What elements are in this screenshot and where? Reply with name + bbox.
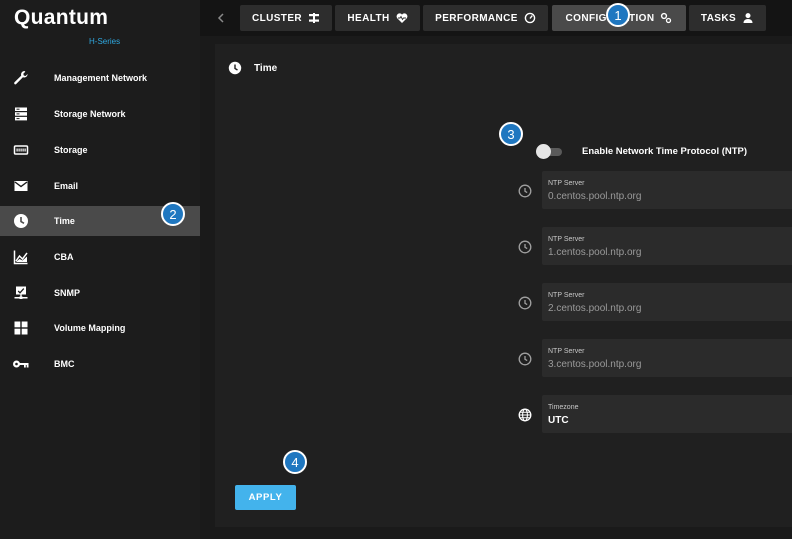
clock-icon [518, 352, 532, 366]
gauge-icon [524, 12, 536, 24]
heart-pulse-icon [396, 12, 408, 24]
sidebar-item-storage[interactable]: Storage [0, 135, 200, 165]
tab-tasks[interactable]: TASKS [689, 5, 766, 31]
tab-label: HEALTH [347, 12, 390, 24]
clock-icon [518, 296, 532, 310]
field-label: Timezone [548, 404, 579, 411]
tab-label: TASKS [700, 12, 737, 24]
grid-icon [12, 319, 30, 337]
toggle-knob [536, 144, 551, 159]
sidebar-item-label: SNMP [54, 288, 81, 298]
sidebar-item-label: Management Network [54, 73, 148, 83]
chevron-left-icon[interactable] [214, 10, 228, 26]
brand-edition: H-Series [89, 37, 121, 46]
clock-icon [228, 61, 242, 75]
field-value: 3.centos.pool.ntp.org [548, 359, 642, 370]
field-value: 0.centos.pool.ntp.org [548, 191, 642, 202]
clock-icon [12, 212, 30, 230]
sidebar-item-bmc[interactable]: BMC [0, 349, 200, 379]
sidebar-item-cba[interactable]: CBA [0, 242, 200, 272]
field-label: NTP Server [548, 292, 585, 299]
clock-icon [518, 184, 532, 198]
globe-icon [518, 408, 532, 422]
envelope-icon [12, 177, 30, 195]
field-value: 1.centos.pool.ntp.org [548, 247, 642, 258]
sidebar-item-label: CBA [54, 252, 74, 262]
ntp-toggle-label: Enable Network Time Protocol (NTP) [582, 146, 748, 157]
sidebar-item-label: Time [54, 216, 75, 226]
sidebar-item-management-network[interactable]: Management Network [0, 63, 200, 93]
sidebar: Quantum H-Series Management Network Stor… [0, 0, 200, 539]
sidebar-item-storage-network[interactable]: Storage Network [0, 99, 200, 129]
callout-badge: 1 [606, 3, 630, 27]
drive-icon [12, 141, 30, 159]
ntp-toggle[interactable] [534, 144, 564, 160]
ntp-server-field[interactable]: NTP Server 0.centos.pool.ntp.org [542, 171, 792, 209]
chart-area-icon [12, 248, 30, 266]
field-label: NTP Server [548, 180, 585, 187]
field-value: UTC [548, 415, 569, 426]
brand-name: Quantum [14, 6, 109, 29]
page-title: Time [254, 63, 278, 74]
callout-badge: 4 [283, 450, 307, 474]
wrench-icon [12, 69, 30, 87]
apply-button[interactable]: APPLY [235, 485, 296, 510]
timezone-select[interactable]: Timezone UTC [542, 395, 792, 433]
sidebar-item-label: Volume Mapping [54, 323, 126, 333]
callout-badge: 2 [161, 202, 185, 226]
tab-health[interactable]: HEALTH [335, 5, 420, 31]
ntp-server-field[interactable]: NTP Server 2.centos.pool.ntp.org [542, 283, 792, 321]
sidebar-item-volume-mapping[interactable]: Volume Mapping [0, 313, 200, 343]
sidebar-item-label: BMC [54, 359, 75, 369]
sidebar-item-email[interactable]: Email [0, 171, 200, 201]
ntp-server-field[interactable]: NTP Server 3.centos.pool.ntp.org [542, 339, 792, 377]
sidebar-item-snmp[interactable]: SNMP [0, 278, 200, 308]
user-icon [742, 12, 754, 24]
key-icon [12, 355, 30, 373]
sidebar-item-label: Storage [54, 145, 88, 155]
tab-cluster[interactable]: CLUSTER [240, 5, 332, 31]
server-icon [12, 105, 30, 123]
callout-badge: 3 [499, 122, 523, 146]
sidebar-item-label: Storage Network [54, 109, 126, 119]
ntp-server-field[interactable]: NTP Server 1.centos.pool.ntp.org [542, 227, 792, 265]
field-value: 2.centos.pool.ntp.org [548, 303, 642, 314]
tab-performance[interactable]: PERFORMANCE [423, 5, 548, 31]
logo: Quantum H-Series [14, 6, 144, 46]
cluster-icon [308, 12, 320, 24]
top-navigation: CLUSTER HEALTH PERFORMANCE CONFIGURATION… [200, 0, 792, 36]
sidebar-item-label: Email [54, 181, 79, 191]
monitor-network-icon [12, 284, 30, 302]
clock-icon [518, 240, 532, 254]
field-label: NTP Server [548, 236, 585, 243]
tab-label: CLUSTER [251, 12, 303, 24]
gears-icon [660, 12, 672, 24]
field-label: NTP Server [548, 348, 585, 355]
tab-label: PERFORMANCE [435, 12, 518, 24]
